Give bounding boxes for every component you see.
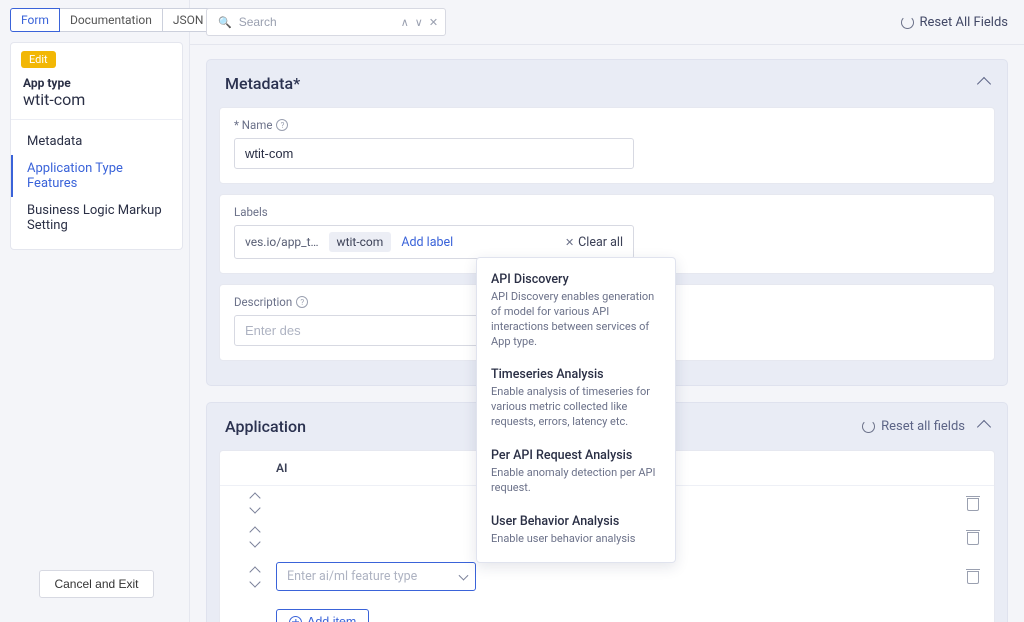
dropdown-item-desc: Enable analysis of timeseries for variou…	[491, 385, 661, 430]
sidebar-tabs: Form Documentation JSON	[10, 8, 183, 32]
select-placeholder: Enter ai/ml feature type	[287, 569, 417, 584]
sidebar-item-blms[interactable]: Business Logic Markup Setting	[11, 197, 182, 239]
move-down-icon[interactable]	[249, 502, 260, 513]
tab-form[interactable]: Form	[10, 8, 60, 32]
metadata-collapse-icon[interactable]	[977, 76, 991, 90]
sidebar-nav: Metadata Application Type Features Busin…	[11, 119, 182, 239]
reset-all-label: Reset All Fields	[920, 15, 1008, 30]
label-key-chip[interactable]: ves.io/app_t…	[245, 235, 319, 249]
info-icon[interactable]: ?	[276, 119, 288, 131]
dropdown-item-title: Timeseries Analysis	[491, 367, 661, 382]
name-label: * Name ?	[234, 118, 980, 132]
features-title: Application	[225, 417, 306, 436]
labels-label: Labels	[234, 205, 980, 219]
feature-type-select[interactable]: Enter ai/ml feature type	[276, 562, 476, 591]
dropdown-item-title: Per API Request Analysis	[491, 448, 661, 463]
cancel-exit-button[interactable]: Cancel and Exit	[39, 570, 153, 598]
chevron-down-icon	[459, 570, 469, 580]
name-input[interactable]	[234, 138, 634, 169]
dropdown-item-desc: Enable anomaly detection per API request…	[491, 466, 661, 496]
tab-documentation[interactable]: Documentation	[60, 8, 163, 32]
search-clear-icon[interactable]: ✕	[426, 16, 441, 29]
delete-row-button[interactable]	[966, 569, 980, 584]
topbar: 🔍 ∧ ∨ ✕ Reset All Fields	[190, 0, 1024, 45]
search-prev-icon[interactable]: ∧	[398, 16, 412, 29]
reset-all-fields-button[interactable]: Reset All Fields	[901, 15, 1008, 30]
dropdown-item-timeseries[interactable]: Timeseries Analysis Enable analysis of t…	[477, 359, 675, 440]
move-down-icon[interactable]	[249, 536, 260, 547]
app-type-label: App type	[11, 68, 182, 90]
add-label-link[interactable]: Add label	[401, 235, 453, 250]
search-wrap: 🔍 ∧ ∨ ✕	[206, 8, 446, 36]
dropdown-item-api-discovery[interactable]: API Discovery API Discovery enables gene…	[477, 264, 675, 359]
delete-row-button[interactable]	[966, 530, 980, 545]
sidebar-card: Edit App type wtit-com Metadata Applicat…	[10, 42, 183, 250]
labels-row: ves.io/app_t… wtit-com Add label ✕ Clear…	[234, 225, 634, 259]
dropdown-item-title: User Behavior Analysis	[491, 514, 661, 529]
close-icon: ✕	[565, 236, 574, 249]
sidebar: Form Documentation JSON Edit App type wt…	[0, 0, 190, 622]
edit-badge: Edit	[21, 51, 56, 68]
feature-type-dropdown: API Discovery API Discovery enables gene…	[476, 257, 676, 563]
add-item-button[interactable]: Add item	[276, 609, 369, 622]
main: 🔍 ∧ ∨ ✕ Reset All Fields Metadata*	[190, 0, 1024, 622]
sidebar-item-metadata[interactable]: Metadata	[11, 128, 182, 155]
metadata-title: Metadata*	[225, 74, 300, 93]
delete-row-button[interactable]	[966, 496, 980, 511]
move-down-icon[interactable]	[249, 576, 260, 587]
name-field-card: * Name ?	[219, 107, 995, 184]
search-next-icon[interactable]: ∨	[412, 16, 426, 29]
dropdown-item-user-behavior[interactable]: User Behavior Analysis Enable user behav…	[477, 506, 675, 557]
features-collapse-icon[interactable]	[977, 419, 991, 433]
dropdown-item-desc: Enable user behavior analysis	[491, 532, 661, 547]
dropdown-item-per-api[interactable]: Per API Request Analysis Enable anomaly …	[477, 440, 675, 506]
dropdown-item-title: API Discovery	[491, 272, 661, 287]
sidebar-footer: Cancel and Exit	[10, 560, 183, 614]
search-icon: 🔍	[215, 16, 235, 29]
reset-icon	[862, 420, 875, 433]
reset-icon	[901, 16, 914, 29]
search-input[interactable]	[235, 13, 398, 31]
info-icon[interactable]: ?	[296, 296, 308, 308]
content: Metadata* * Name ? Labels	[190, 45, 1024, 622]
metadata-panel-header: Metadata*	[207, 60, 1007, 103]
add-item-row: Add item	[220, 599, 994, 622]
reset-section-button[interactable]: Reset all fields	[862, 419, 965, 434]
label-value-chip[interactable]: wtit-com	[329, 232, 392, 252]
dropdown-item-desc: API Discovery enables generation of mode…	[491, 290, 661, 349]
sidebar-item-features[interactable]: Application Type Features	[11, 155, 182, 197]
clear-all-labels-button[interactable]: ✕ Clear all	[565, 235, 623, 250]
app-type-value: wtit-com	[11, 90, 182, 119]
plus-icon	[289, 616, 302, 622]
